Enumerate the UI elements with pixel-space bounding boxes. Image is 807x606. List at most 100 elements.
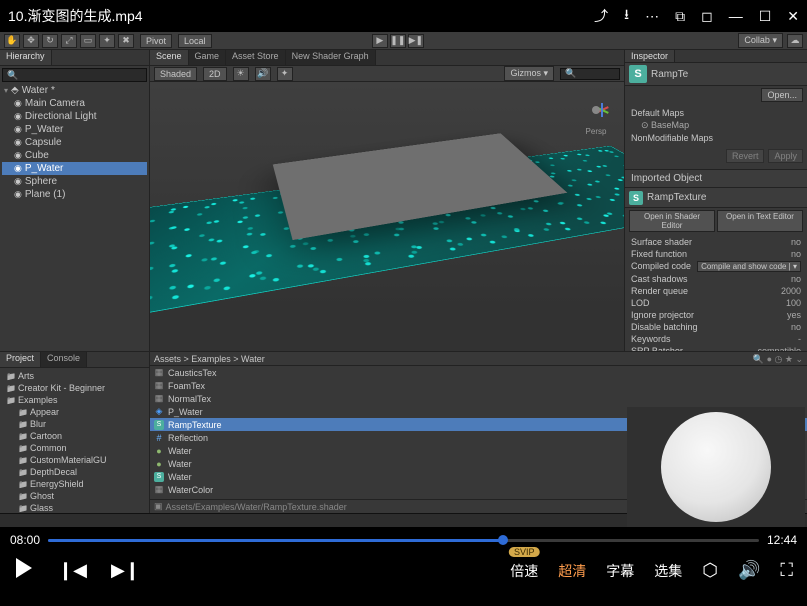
property-row: Keywords- bbox=[631, 333, 801, 345]
download-icon[interactable]: ⭳ bbox=[624, 4, 629, 28]
settings-icon[interactable]: ⬡ bbox=[702, 560, 718, 581]
audio-icon[interactable]: 🔊 bbox=[255, 67, 271, 81]
folder-item[interactable]: Creator Kit - Beginner bbox=[2, 382, 147, 394]
maximize-icon[interactable]: ☐ bbox=[759, 8, 772, 25]
folder-icon bbox=[18, 479, 28, 489]
unity-toolbar: ✋ ✥ ↻ ⤢ ▭ ✦ ✖ Pivot Local ▶ ❚❚ ▶❚ Collab… bbox=[0, 32, 807, 50]
window-controls: ⤴ ⭳ ⋯ ⧉ ◻ — ☐ ✕ bbox=[594, 4, 799, 28]
hierarchy-item[interactable]: ◉ Directional Light bbox=[2, 110, 147, 123]
tab-asset-store[interactable]: Asset Store bbox=[226, 50, 286, 65]
collab-dropdown[interactable]: Collab ▾ bbox=[738, 33, 783, 48]
scene-search[interactable]: 🔍 bbox=[560, 68, 620, 80]
folder-item[interactable]: Ghost bbox=[2, 490, 147, 502]
tab-shader-graph[interactable]: New Shader Graph bbox=[286, 50, 376, 65]
tab-project[interactable]: Project bbox=[0, 352, 41, 367]
lighting-icon[interactable]: ☀ bbox=[233, 67, 249, 81]
hierarchy-item[interactable]: ◉ P_Water bbox=[2, 123, 147, 136]
next-icon[interactable]: ▶❙ bbox=[111, 560, 140, 581]
rect-tool[interactable]: ▭ bbox=[80, 34, 96, 48]
folder-item[interactable]: Glass bbox=[2, 502, 147, 513]
hierarchy-item[interactable]: ◉ Sphere bbox=[2, 175, 147, 188]
shading-dropdown[interactable]: Shaded bbox=[154, 67, 197, 81]
progress-knob[interactable] bbox=[498, 535, 508, 545]
scene-viewport[interactable]: Persp bbox=[150, 82, 624, 351]
pause-button[interactable]: ❚❚ bbox=[390, 34, 406, 48]
folder-item[interactable]: Cartoon bbox=[2, 430, 147, 442]
progress-bar[interactable] bbox=[48, 539, 759, 542]
hierarchy-item[interactable]: ◉ Main Camera bbox=[2, 97, 147, 110]
cloud-icon[interactable]: ☁ bbox=[787, 34, 803, 48]
play-icon[interactable] bbox=[14, 557, 34, 584]
local-toggle[interactable]: Local bbox=[178, 34, 212, 48]
breadcrumb-icons[interactable]: 🔍 ● ◷ ★ ⌄ bbox=[753, 354, 803, 365]
volume-icon[interactable]: 🔊 bbox=[738, 560, 760, 581]
folder-icon bbox=[18, 443, 28, 453]
tab-game[interactable]: Game bbox=[189, 50, 227, 65]
revert-button[interactable]: Revert bbox=[726, 149, 765, 163]
pivot-toggle[interactable]: Pivot bbox=[140, 34, 172, 48]
hierarchy-item[interactable]: ◉ Plane (1) bbox=[2, 188, 147, 201]
folder-item[interactable]: Examples bbox=[2, 394, 147, 406]
transform-tool[interactable]: ✦ bbox=[99, 34, 115, 48]
asset-item[interactable]: ▦FoamTex bbox=[150, 379, 807, 392]
more-icon[interactable]: ⋯ bbox=[645, 8, 659, 25]
preview-sphere bbox=[661, 412, 771, 522]
toggle-2d[interactable]: 2D bbox=[203, 67, 227, 81]
unity-editor: ✋ ✥ ↻ ⤢ ▭ ✦ ✖ Pivot Local ▶ ❚❚ ▶❚ Collab… bbox=[0, 32, 807, 527]
apply-button[interactable]: Apply bbox=[768, 149, 803, 163]
close-icon[interactable]: ✕ bbox=[787, 8, 799, 25]
folder-item[interactable]: Appear bbox=[2, 406, 147, 418]
tab-hierarchy[interactable]: Hierarchy bbox=[0, 50, 52, 65]
compile-button[interactable]: Compile and show code | ▾ bbox=[697, 261, 801, 272]
scale-tool[interactable]: ⤢ bbox=[61, 34, 77, 48]
basemap-field[interactable]: ⊙ BaseMap bbox=[631, 120, 801, 131]
move-tool[interactable]: ✥ bbox=[23, 34, 39, 48]
share-icon[interactable]: ⤴ bbox=[594, 6, 608, 26]
rotate-tool[interactable]: ↻ bbox=[42, 34, 58, 48]
shader-icon-small: S bbox=[629, 191, 643, 205]
quality-button[interactable]: 超清 bbox=[558, 561, 586, 581]
custom-tool[interactable]: ✖ bbox=[118, 34, 134, 48]
open-button[interactable]: Open... bbox=[761, 88, 803, 102]
tex-icon: ▦ bbox=[154, 381, 164, 391]
asset-breadcrumb[interactable]: Assets > Examples > Water 🔍 ● ◷ ★ ⌄ bbox=[150, 352, 807, 366]
play-button[interactable]: ▶ bbox=[372, 34, 388, 48]
gizmos-dropdown[interactable]: Gizmos ▾ bbox=[504, 66, 554, 81]
fullscreen-icon[interactable]: ⛶ bbox=[780, 560, 793, 581]
inspector-panel: Inspector S RampTe Open... Default Maps … bbox=[624, 50, 807, 351]
scene-root[interactable]: ▾ ⬘ Water* bbox=[2, 84, 147, 97]
hierarchy-item[interactable]: ◉ P_Water bbox=[2, 162, 147, 175]
mini-icon[interactable]: ◻ bbox=[701, 8, 713, 25]
folder-icon bbox=[18, 407, 28, 417]
folder-item[interactable]: Arts bbox=[2, 370, 147, 382]
step-button[interactable]: ▶❚ bbox=[408, 34, 424, 48]
folder-item[interactable]: Blur bbox=[2, 418, 147, 430]
subtitle-button[interactable]: 字幕 bbox=[606, 561, 634, 581]
property-row: Ignore projectoryes bbox=[631, 309, 801, 321]
episodes-button[interactable]: 选集 bbox=[654, 561, 682, 581]
minimize-icon[interactable]: — bbox=[729, 8, 743, 24]
hierarchy-search[interactable]: 🔍 bbox=[2, 68, 147, 82]
asset-name: RampTe bbox=[651, 69, 688, 80]
open-text-editor-button[interactable]: Open in Text Editor bbox=[717, 210, 803, 232]
folder-item[interactable]: Common bbox=[2, 442, 147, 454]
asset-item[interactable]: ▦NormalTex bbox=[150, 392, 807, 405]
pip-icon[interactable]: ⧉ bbox=[675, 8, 685, 25]
material-preview[interactable] bbox=[627, 407, 805, 527]
tab-inspector[interactable]: Inspector bbox=[625, 50, 675, 62]
asset-item[interactable]: ▦CausticsTex bbox=[150, 366, 807, 379]
tab-console[interactable]: Console bbox=[41, 352, 87, 367]
folder-icon bbox=[18, 503, 28, 513]
folder-item[interactable]: DepthDecal bbox=[2, 466, 147, 478]
hand-tool[interactable]: ✋ bbox=[4, 34, 20, 48]
speed-button[interactable]: SVIP 倍速 bbox=[510, 561, 538, 581]
prev-icon[interactable]: ❙◀ bbox=[58, 560, 87, 581]
orientation-gizmo[interactable]: Persp bbox=[574, 88, 618, 132]
tab-scene[interactable]: Scene bbox=[150, 50, 189, 65]
hierarchy-item[interactable]: ◉ Capsule bbox=[2, 136, 147, 149]
open-shader-editor-button[interactable]: Open in Shader Editor bbox=[629, 210, 715, 232]
fx-icon[interactable]: ✦ bbox=[277, 67, 293, 81]
folder-item[interactable]: EnergyShield bbox=[2, 478, 147, 490]
hierarchy-item[interactable]: ◉ Cube bbox=[2, 149, 147, 162]
folder-item[interactable]: CustomMaterialGU bbox=[2, 454, 147, 466]
